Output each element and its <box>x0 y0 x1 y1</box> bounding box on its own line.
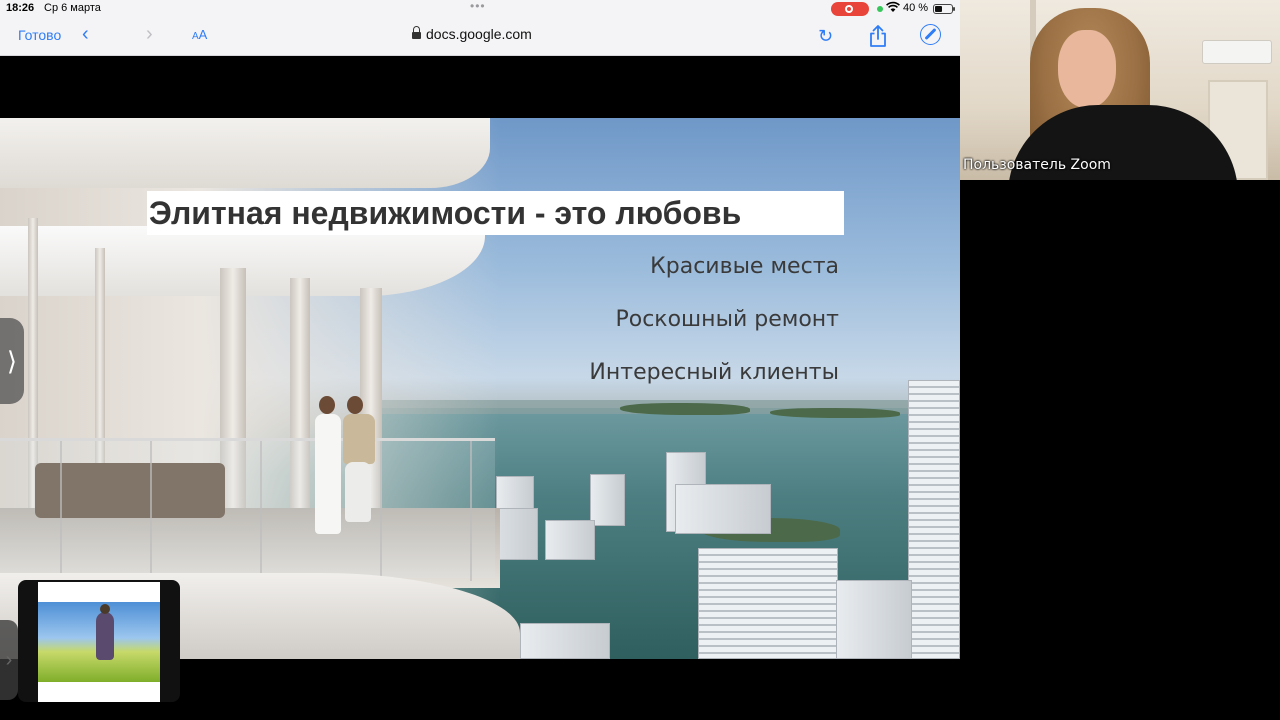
skyscraper <box>520 623 610 659</box>
railing-post <box>60 441 62 581</box>
participant-name: Пользователь Zoom <box>963 157 1111 173</box>
slide-title: Элитная недвижимости - это любовь <box>147 191 844 235</box>
participant-face <box>1058 30 1116 108</box>
participant-video[interactable]: Пользователь Zoom <box>960 0 1280 180</box>
slide-bullet: Интересный клиенты <box>589 360 839 385</box>
battery-icon <box>933 4 955 14</box>
screen-recording-icon[interactable] <box>831 2 869 16</box>
skyscraper <box>675 484 771 534</box>
skyscraper <box>496 476 534 512</box>
slide-bullet: Красивые места <box>650 254 839 279</box>
ceiling <box>0 118 490 188</box>
head <box>319 396 335 414</box>
battery-percent: 40 % <box>903 2 929 14</box>
chevron-left-icon[interactable]: ‹ <box>82 23 89 46</box>
url-text: docs.google.com <box>426 26 532 42</box>
sidebar-toggle-chevron-icon[interactable]: ⟩ <box>0 318 24 404</box>
ipad-screen: 18:26 Ср 6 марта ••• 40 % Готово ‹ › AA … <box>0 0 960 720</box>
skyscraper <box>908 380 960 659</box>
thumbnail-frame <box>38 582 160 702</box>
glass-railing <box>0 438 495 581</box>
address-bar[interactable]: docs.google.com <box>412 26 532 42</box>
railing-post <box>470 441 472 581</box>
secondary-chevron-icon[interactable]: › <box>0 620 18 700</box>
text-size-button[interactable]: AA <box>192 27 207 42</box>
reload-icon[interactable]: ↻ <box>818 26 833 47</box>
lock-icon <box>412 26 421 40</box>
share-icon[interactable] <box>868 24 888 53</box>
skyscraper <box>836 580 912 659</box>
status-bar: 18:26 Ср 6 марта ••• 40 % <box>0 0 960 18</box>
railing-post <box>380 441 382 581</box>
status-time: 18:26 <box>6 2 35 14</box>
wifi-icon <box>886 1 900 16</box>
camera-indicator-icon <box>877 6 883 12</box>
safari-toolbar: Готово ‹ › AA docs.google.com ↻ <box>0 18 960 56</box>
shirt <box>343 414 375 464</box>
status-date: Ср 6 марта <box>44 2 101 14</box>
island <box>620 403 750 415</box>
zoom-panel: Пользователь Zoom <box>960 0 1280 720</box>
air-conditioner <box>1202 40 1272 64</box>
head <box>347 396 363 414</box>
chevron-right-icon[interactable]: › <box>146 23 153 46</box>
presentation-slide: Элитная недвижимости - это любовь Красив… <box>0 118 960 659</box>
self-view-thumbnail[interactable] <box>18 580 180 702</box>
done-button[interactable]: Готово <box>18 27 61 43</box>
slide-bullet: Роскошный ремонт <box>615 307 839 332</box>
skyscraper <box>545 520 595 560</box>
trousers <box>345 462 371 522</box>
thumbnail-person <box>96 604 114 660</box>
railing-post <box>150 441 152 581</box>
thumbnail-image <box>38 602 160 682</box>
white-dress <box>315 414 341 534</box>
compass-icon[interactable] <box>920 24 941 45</box>
multitask-dots-icon[interactable]: ••• <box>470 0 486 13</box>
skyscraper <box>698 548 838 659</box>
skyscraper <box>590 474 625 526</box>
railing-post <box>260 441 262 581</box>
island <box>770 408 900 418</box>
